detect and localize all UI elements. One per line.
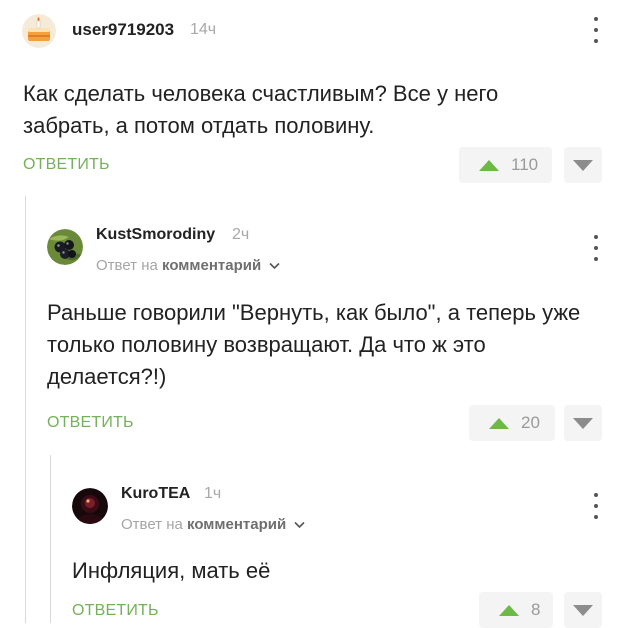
reply-to-link[interactable]: Ответ на комментарий (121, 516, 305, 533)
timestamp: 2ч (232, 226, 250, 243)
thread-line-level-2 (50, 455, 51, 623)
avatar[interactable] (72, 488, 108, 524)
vote-count: 8 (531, 600, 541, 619)
dark-photo-avatar (72, 488, 108, 524)
comment-text: Инфляция, мать её (72, 558, 271, 583)
chevron-down-icon[interactable] (294, 521, 305, 529)
cake-icon (22, 14, 56, 48)
more-options-icon[interactable] (589, 235, 603, 261)
downvote-button[interactable] (564, 405, 602, 441)
chevron-down-icon[interactable] (269, 262, 280, 270)
reply-button[interactable]: ОТВЕТИТЬ (23, 156, 110, 174)
downvote-arrow-icon (573, 604, 593, 616)
downvote-button[interactable] (564, 147, 602, 183)
avatar[interactable] (47, 229, 83, 265)
reply-to-link[interactable]: Ответ на комментарий (96, 257, 280, 274)
downvote-arrow-icon (573, 417, 593, 429)
currant-berries-icon (47, 229, 83, 265)
downvote-arrow-icon (573, 159, 593, 171)
timestamp: 14ч (190, 21, 217, 38)
upvote-arrow-icon (499, 604, 519, 616)
vote-count: 20 (521, 413, 540, 432)
username[interactable]: KuroTEA (121, 485, 190, 503)
username[interactable]: user9719203 (72, 20, 174, 40)
upvote-button[interactable]: 110 (459, 147, 552, 183)
upvote-arrow-icon (479, 159, 499, 171)
more-options-icon[interactable] (589, 493, 603, 519)
reply-to-prefix: Ответ на (121, 516, 183, 533)
reply-button[interactable]: ОТВЕТИТЬ (72, 602, 159, 620)
upvote-arrow-icon (489, 417, 509, 429)
upvote-button[interactable]: 20 (469, 405, 555, 441)
more-options-icon[interactable] (589, 17, 603, 43)
comment-text: Как сделать человека счастливым? Все у н… (23, 81, 499, 138)
reply-to-target[interactable]: комментарий (162, 257, 261, 274)
timestamp: 1ч (204, 485, 222, 502)
vote-count: 110 (511, 155, 539, 174)
reply-to-target[interactable]: комментарий (187, 516, 286, 533)
username[interactable]: KustSmorodiny (96, 226, 215, 244)
thread-line-level-1 (25, 196, 26, 623)
reply-button[interactable]: ОТВЕТИТЬ (47, 414, 134, 432)
avatar[interactable] (22, 14, 56, 48)
comment-text: Раньше говорили "Вернуть, как было", а т… (47, 300, 581, 389)
reply-to-prefix: Ответ на (96, 257, 158, 274)
